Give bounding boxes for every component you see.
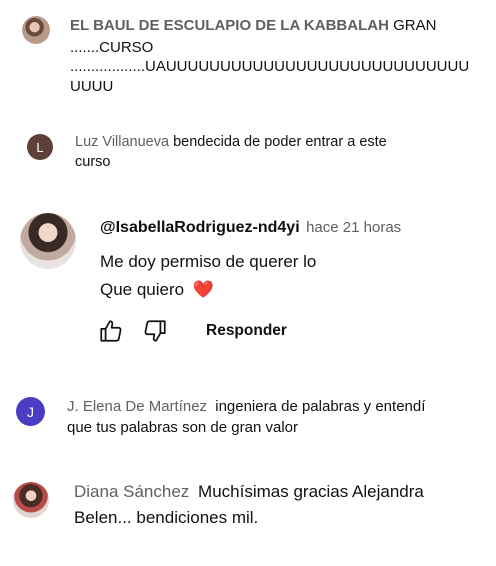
comment-5-author[interactable]: Diana Sánchez	[74, 482, 189, 501]
comment-3-author[interactable]: @IsabellaRodriguez-nd4yi	[100, 219, 300, 236]
comment-1-text-3: ..................UAUUUUUUUUUUUUUUUUUUUU…	[70, 58, 470, 75]
comment-4-text-1: ingeniera de palabras y entendí	[215, 398, 426, 415]
comment-2-text-1: bendecida de poder entrar a este	[173, 134, 387, 150]
comment-1-text-1: GRAN	[393, 17, 437, 34]
avatar-j-elena[interactable]: J	[16, 397, 45, 426]
dislike-button[interactable]	[142, 318, 168, 344]
comment-4-text-2: que tus palabras son de gran valor	[67, 419, 298, 436]
avatar-diana-sanchez[interactable]	[13, 482, 49, 518]
avatar-letter: J	[27, 403, 34, 420]
comment-3-time: hace 21 horas	[306, 219, 402, 236]
comment-1-text-2: .......CURSO	[70, 39, 154, 56]
comment-4-author[interactable]: J. Elena De Martínez	[67, 398, 207, 415]
comment-4-header: J. Elena De Martínez ingeniera de palabr…	[67, 398, 425, 415]
comment-5-text-1: Muchísimas gracias Alejandra	[198, 482, 424, 501]
comment-3-text-2-row: Que quiero ❤️	[100, 280, 214, 300]
thumbs-up-icon	[100, 320, 122, 342]
avatar-el-baul[interactable]	[22, 16, 50, 44]
like-button[interactable]	[98, 318, 124, 344]
avatar-letter: L	[36, 139, 44, 155]
avatar-isabella[interactable]	[20, 213, 76, 269]
comment-1-text-4: UUUU	[70, 78, 114, 95]
comment-3-text-2: Que quiero	[100, 280, 185, 299]
comment-2-header: Luz Villanueva bendecida de poder entrar…	[75, 134, 387, 150]
comment-1-author[interactable]: EL BAUL DE ESCULAPIO DE LA KABBALAH	[70, 17, 389, 34]
comment-3-header: @IsabellaRodriguez-nd4yi hace 21 horas	[100, 219, 401, 237]
comment-3-text-1: Me doy permiso de querer lo	[100, 252, 317, 271]
comment-2-text-2: curso	[75, 154, 111, 170]
comment-2-author[interactable]: Luz Villanueva	[75, 134, 169, 150]
comment-5-header: Diana Sánchez Muchísimas gracias Alejand…	[74, 482, 424, 502]
avatar-luz-villanueva[interactable]: L	[27, 134, 53, 160]
comment-5-text-2: Belen... bendiciones mil.	[74, 508, 259, 527]
reply-button[interactable]: Responder	[206, 322, 287, 340]
comment-1-header: EL BAUL DE ESCULAPIO DE LA KABBALAH GRAN	[70, 17, 436, 34]
heart-emoji: ❤️	[192, 280, 215, 299]
thumbs-down-icon	[144, 320, 166, 342]
